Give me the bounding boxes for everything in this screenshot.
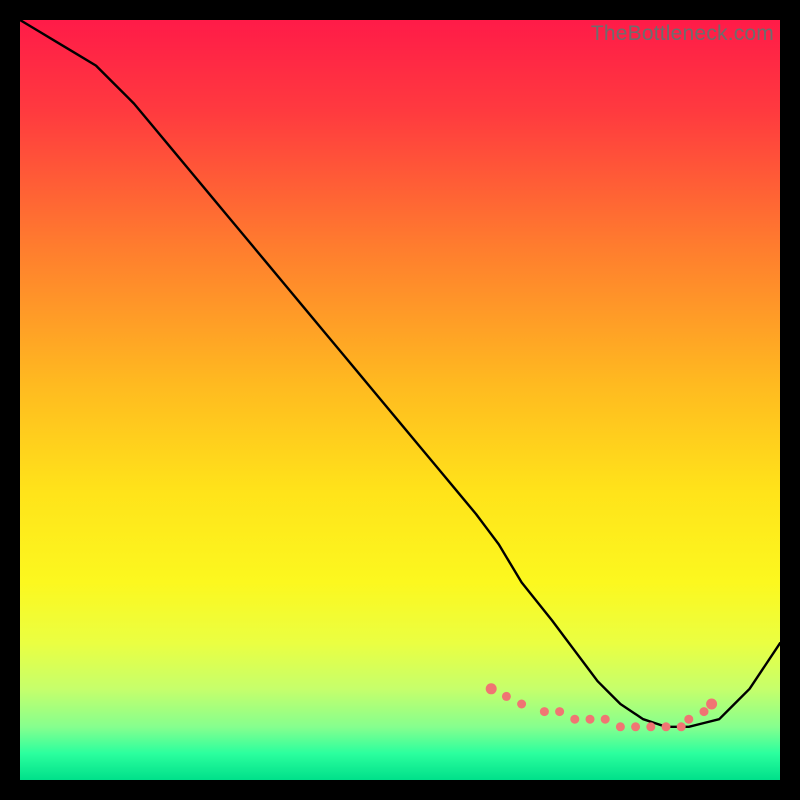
marker-dot — [684, 715, 693, 724]
marker-dot — [486, 683, 497, 694]
gradient-background — [20, 20, 780, 780]
marker-dot — [502, 692, 511, 701]
marker-dot — [570, 715, 579, 724]
marker-dot — [616, 722, 625, 731]
marker-dot — [631, 722, 640, 731]
bottleneck-chart — [20, 20, 780, 780]
marker-dot — [700, 707, 709, 716]
marker-dot — [662, 722, 671, 731]
marker-dot — [646, 722, 655, 731]
chart-frame: TheBottleneck.com — [20, 20, 780, 780]
marker-dot — [540, 707, 549, 716]
watermark-text: TheBottleneck.com — [591, 22, 774, 46]
marker-dot — [555, 707, 564, 716]
marker-dot — [706, 699, 717, 710]
marker-dot — [586, 715, 595, 724]
marker-dot — [517, 700, 526, 709]
marker-dot — [601, 715, 610, 724]
marker-dot — [677, 722, 686, 731]
